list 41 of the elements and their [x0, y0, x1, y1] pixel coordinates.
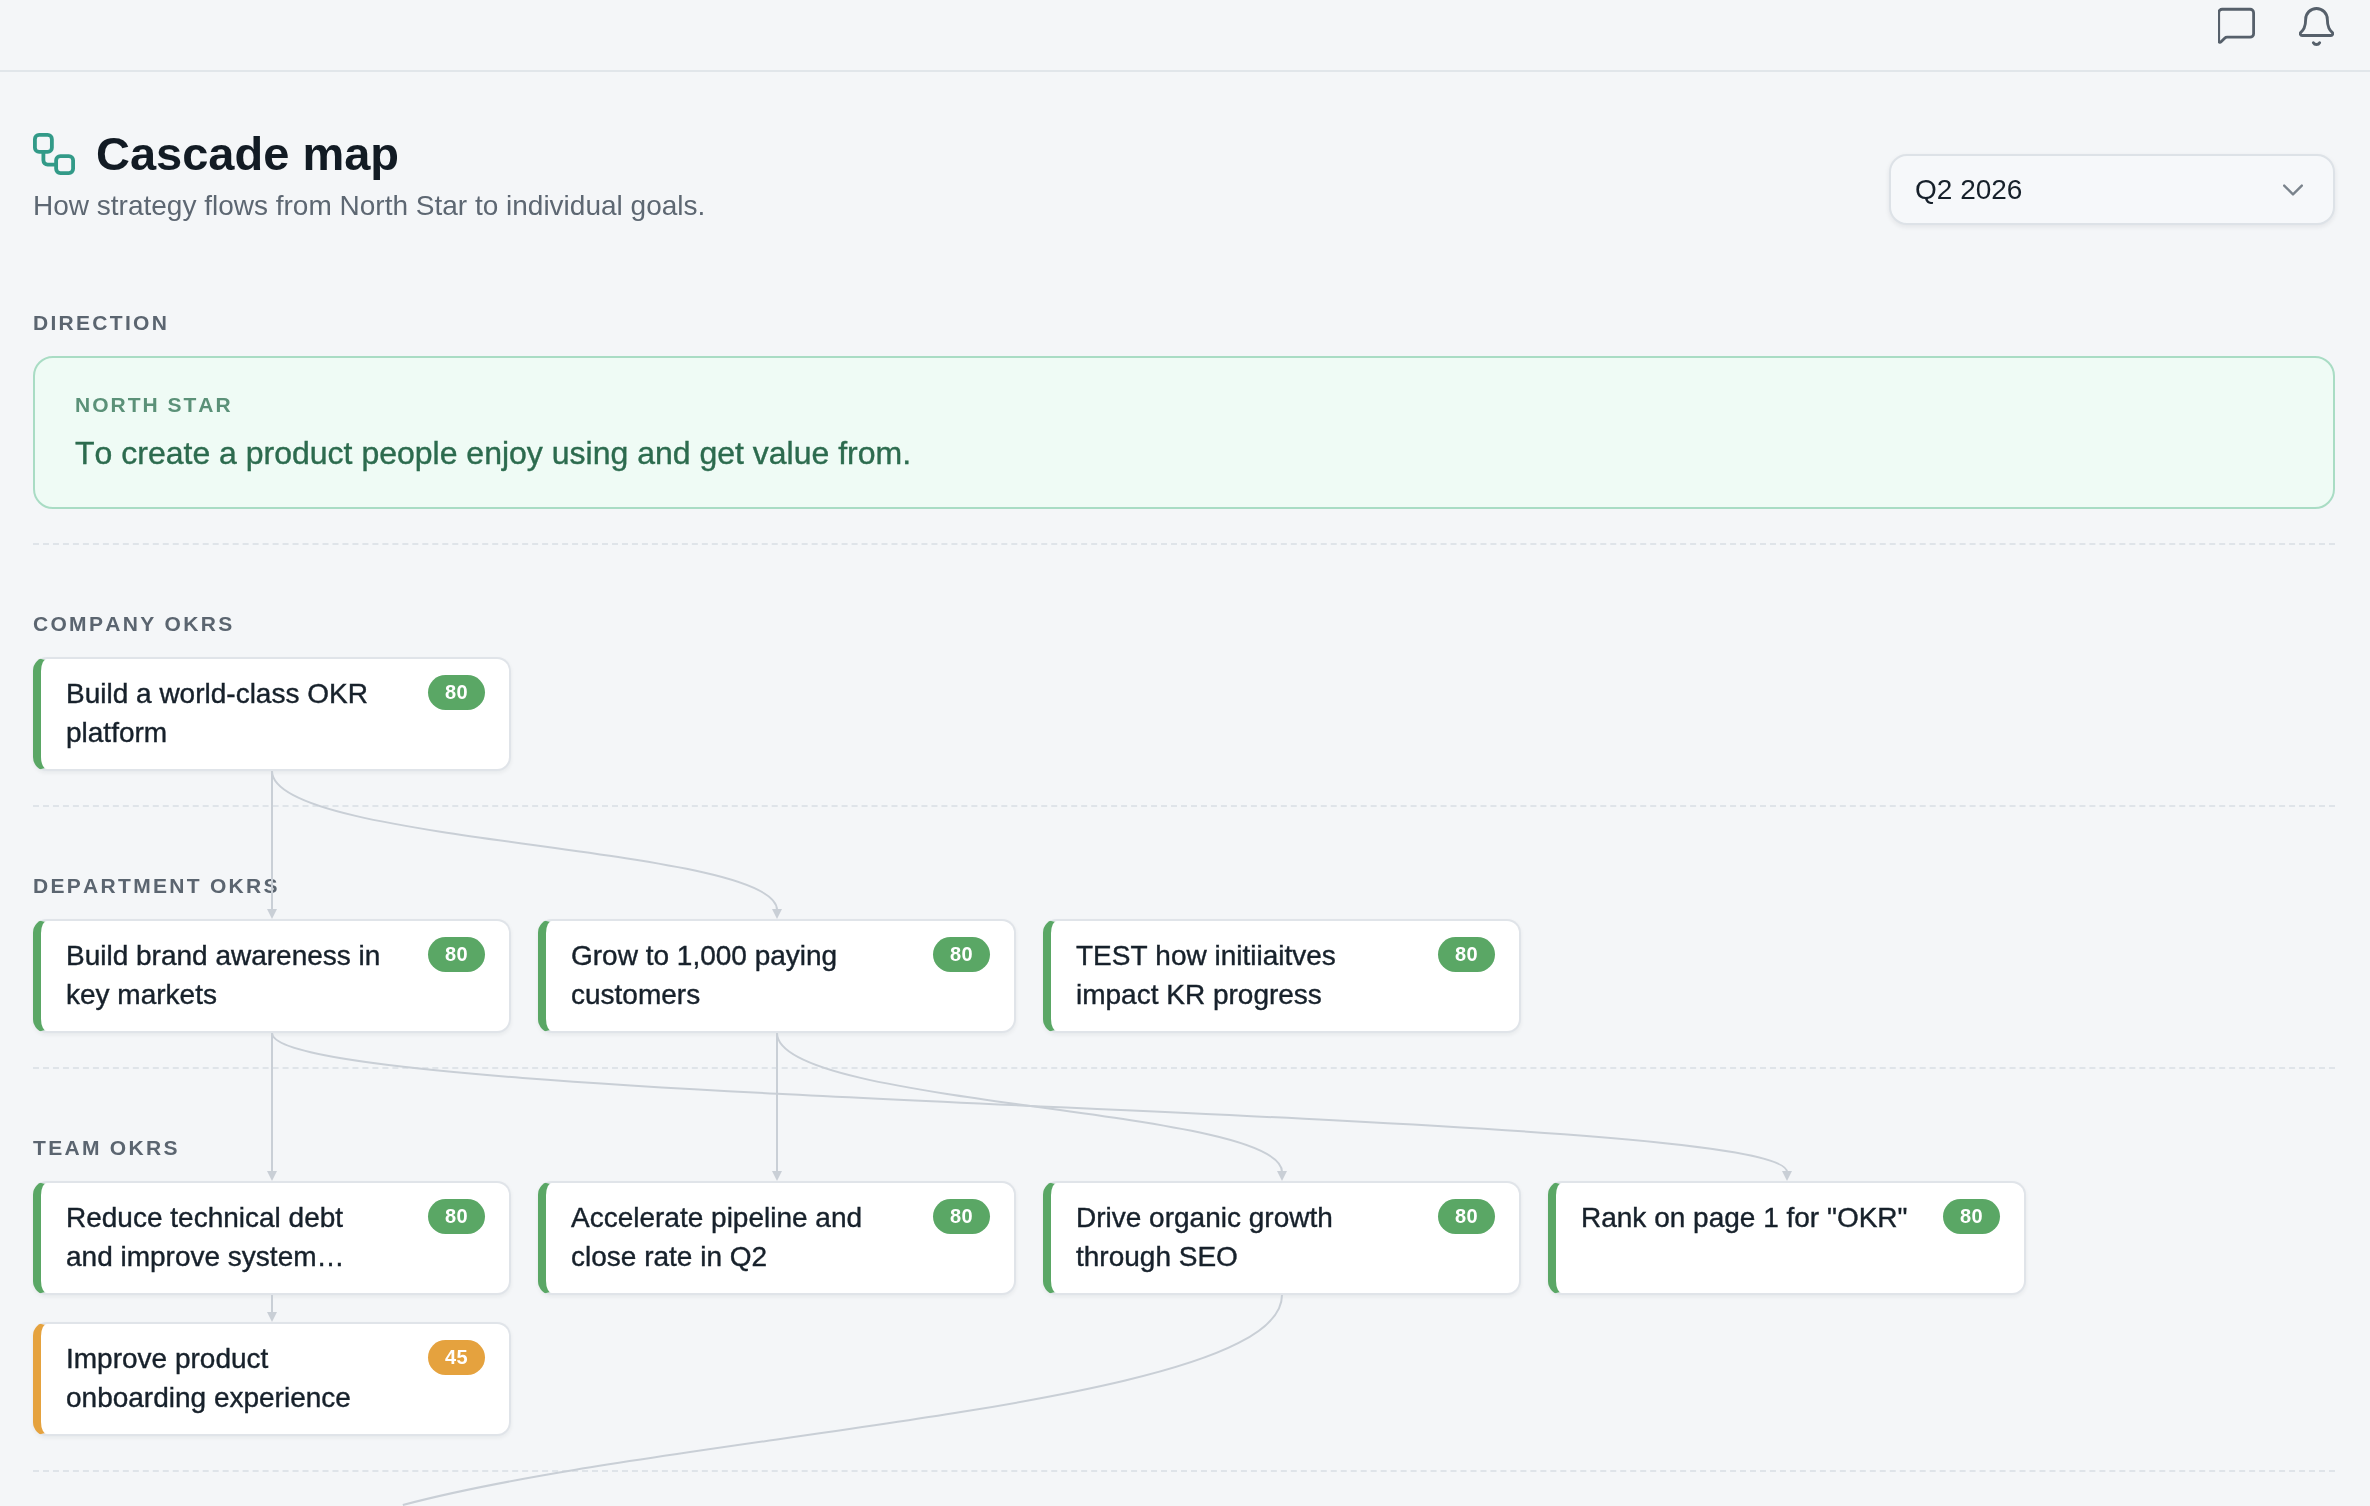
okr-card[interactable]: Rank on page 1 for "OKR" 80 — [1548, 1181, 2026, 1295]
score-badge: 80 — [428, 675, 485, 710]
bell-icon[interactable] — [2299, 7, 2334, 46]
okr-title: TEST how initiiaitves impact KR progress — [1076, 939, 1337, 1012]
okr-title: Rank on page 1 for "OKR" — [1581, 1201, 1909, 1235]
okr-card[interactable]: Drive organic growth through SEO 80 — [1043, 1181, 1521, 1295]
chevron-down-icon — [2283, 183, 2303, 196]
score-badge: 80 — [428, 1199, 485, 1234]
section-label: DEPARTMENT OKRS — [33, 873, 280, 899]
okr-card[interactable]: Grow to 1,000 paying customers 80 — [538, 919, 1016, 1033]
okr-card[interactable]: Accelerate pipeline and close rate in Q2 80 — [538, 1181, 1016, 1295]
okr-title: Reduce technical debt and improve system… — [66, 1201, 346, 1274]
okr-card[interactable]: TEST how initiiaitves impact KR progress 80 — [1043, 919, 1521, 1033]
section-label: COMPANY OKRS — [33, 611, 235, 637]
connector-arrow — [267, 1294, 277, 1322]
score-badge: 80 — [428, 937, 485, 972]
score-badge: 80 — [1943, 1199, 2000, 1234]
score-badge: 80 — [933, 937, 990, 972]
page-subtitle: How strategy flows from North Star to individual goals. — [33, 189, 706, 223]
okr-title: Build a world-class OKR platform — [66, 677, 369, 750]
okr-card[interactable]: Improve product onboarding experience 45 — [33, 1322, 511, 1436]
period-select[interactable]: Q2 2026 — [1889, 154, 2335, 225]
okr-title: Grow to 1,000 paying customers — [571, 939, 839, 1012]
north-star-label: NORTH STAR — [75, 392, 233, 418]
okr-title: Drive organic growth through SEO — [1076, 1201, 1334, 1274]
okr-card[interactable]: Build brand awareness in key markets 80 — [33, 919, 511, 1033]
section-label: DIRECTION — [33, 310, 170, 336]
score-badge: 80 — [1438, 1199, 1495, 1234]
workflow-icon — [33, 133, 75, 175]
north-star-text: To create a product people enjoy using and get value from. — [75, 434, 912, 473]
okr-title: Build brand awareness in key markets — [66, 939, 382, 1012]
chat-icon[interactable] — [2218, 7, 2255, 44]
okr-title: Accelerate pipeline and close rate in Q2 — [571, 1201, 864, 1274]
okr-card[interactable]: Reduce technical debt and improve system… 80 — [33, 1181, 511, 1295]
okr-card[interactable]: Build a world-class OKR platform 80 — [33, 657, 511, 771]
score-badge: 80 — [933, 1199, 990, 1234]
section-label: TEAM OKRS — [33, 1135, 180, 1161]
score-badge: 80 — [1438, 937, 1495, 972]
score-badge: 45 — [428, 1340, 485, 1375]
page-title: Cascade map — [96, 126, 400, 182]
okr-title: Improve product onboarding experience — [66, 1342, 352, 1415]
